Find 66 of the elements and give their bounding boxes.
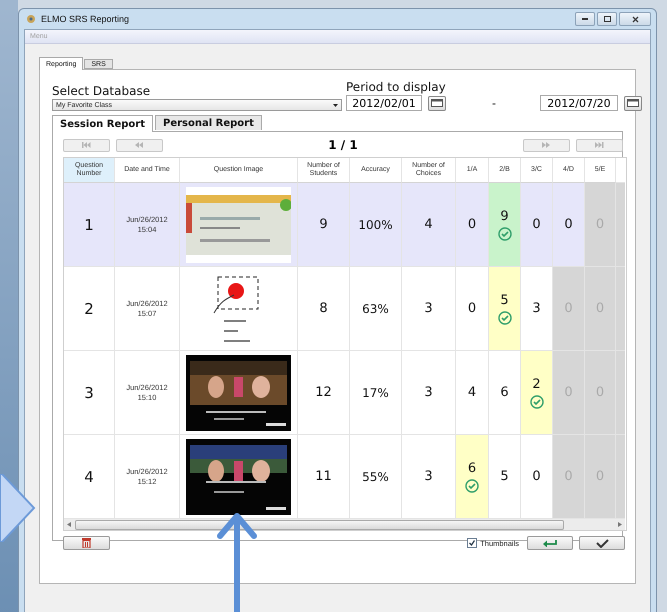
- scroll-right-icon[interactable]: [618, 522, 622, 527]
- answer-cell: 0: [456, 183, 489, 267]
- table-cell: 3: [402, 267, 456, 351]
- table-cell: 4: [402, 183, 456, 267]
- answer-cell: 5: [489, 267, 521, 351]
- check-circle-icon: [465, 478, 479, 492]
- date-separator: -: [492, 96, 496, 110]
- scroll-left-icon[interactable]: [67, 522, 71, 527]
- report-tab[interactable]: Session Report: [52, 115, 154, 132]
- date-field[interactable]: 2012/02/01: [346, 95, 422, 111]
- answer-cell: 6: [456, 435, 489, 519]
- table-cell: 17%: [350, 351, 402, 435]
- minimize-icon: [582, 18, 588, 20]
- answer-cell: 2: [521, 351, 553, 435]
- close-button[interactable]: [619, 12, 651, 26]
- period-label: Period to display: [346, 80, 447, 94]
- table-cell: 3: [64, 351, 115, 435]
- next-icon: [542, 142, 551, 148]
- answer-cell: 6: [489, 351, 521, 435]
- trash-icon: [82, 538, 91, 548]
- delete-button[interactable]: [63, 536, 110, 550]
- previous-icon: [135, 142, 144, 148]
- maximize-button[interactable]: [597, 12, 617, 26]
- first-page-icon: [82, 142, 91, 148]
- page-indicator: 1 / 1: [328, 138, 358, 152]
- answer-cell: 3: [521, 267, 553, 351]
- check-circle-icon: [530, 394, 544, 408]
- table-cell: 2: [64, 267, 115, 351]
- answer-cell: 0: [521, 435, 553, 519]
- window-title: ELMO SRS Reporting: [41, 14, 130, 24]
- maximize-icon: [604, 16, 610, 22]
- database-label: Select Database: [52, 84, 152, 98]
- answer-cell: 4: [456, 351, 489, 435]
- answer-cell: 0: [521, 183, 553, 267]
- date-field[interactable]: 2012/07/20: [540, 95, 618, 111]
- answer-cell: 0: [456, 267, 489, 351]
- table-cell: 3: [402, 435, 456, 519]
- table-cell: 1: [64, 183, 115, 267]
- table-cell: 9: [298, 183, 350, 267]
- table-cell: 55%: [350, 435, 402, 519]
- return-arrow-icon: [543, 539, 557, 547]
- minimize-button[interactable]: [575, 12, 595, 26]
- table-cell: 12: [298, 351, 350, 435]
- dropdown-caret-icon: [333, 104, 338, 106]
- close-icon: [632, 16, 638, 22]
- report-tab[interactable]: Personal Report: [155, 115, 262, 130]
- calendar-button[interactable]: [428, 96, 446, 110]
- table-cell: 11: [298, 435, 350, 519]
- check-circle-icon: [498, 310, 512, 324]
- last-page-icon: [595, 142, 604, 148]
- return-button[interactable]: [527, 536, 573, 550]
- answer-cell: 0: [553, 183, 585, 267]
- table-cell: 8: [298, 267, 350, 351]
- horizontal-scrollbar[interactable]: [64, 519, 625, 530]
- table-cell: 3: [402, 351, 456, 435]
- answer-cell: 5: [489, 435, 521, 519]
- checkmark-icon: [596, 538, 608, 548]
- check-circle-icon: [498, 226, 512, 240]
- ok-button[interactable]: [579, 536, 625, 550]
- answer-cell: 9: [489, 183, 521, 267]
- table-cell: 63%: [350, 267, 402, 351]
- app-icon: [26, 14, 36, 24]
- table-cell: 4: [64, 435, 115, 519]
- table-cell: 100%: [350, 183, 402, 267]
- calendar-button[interactable]: [624, 96, 642, 110]
- checkbox[interactable]: [467, 538, 478, 548]
